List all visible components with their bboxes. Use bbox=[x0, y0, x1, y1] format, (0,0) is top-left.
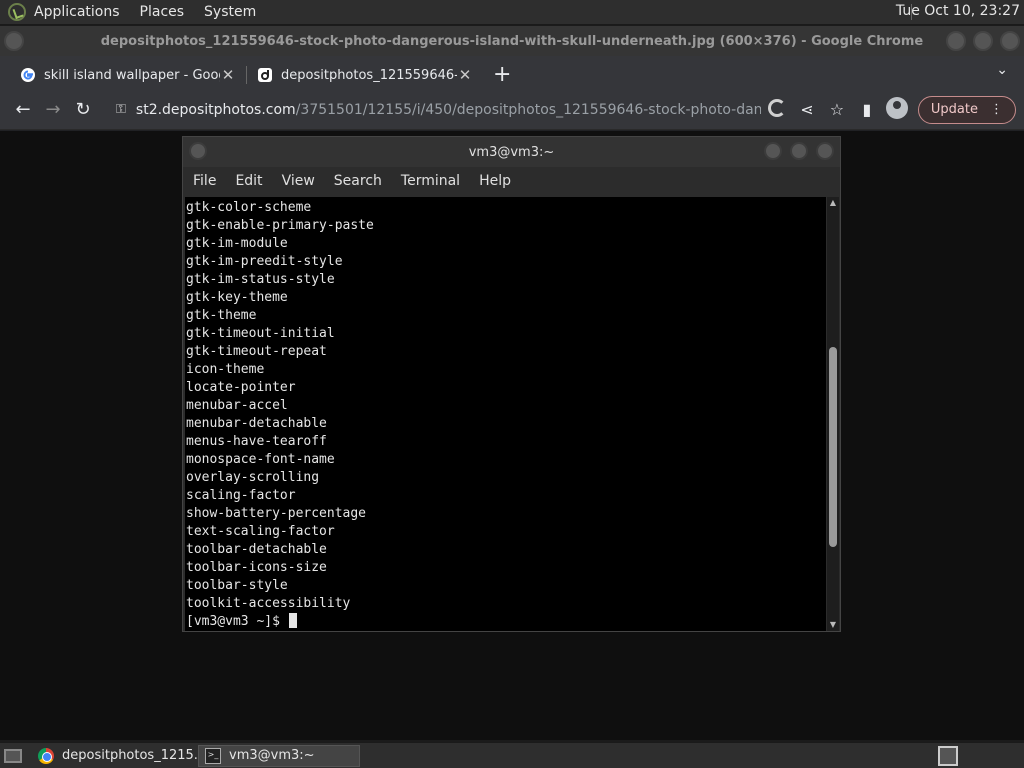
scroll-up-icon[interactable]: ▲ bbox=[827, 197, 839, 209]
forward-arrow-icon[interactable]: → bbox=[38, 99, 68, 120]
terminal-title: vm3@vm3:~ bbox=[468, 144, 555, 160]
chrome-menu-icon[interactable]: ⋮ bbox=[990, 102, 1003, 117]
terminal-line: locate-pointer bbox=[186, 380, 296, 395]
bottom-panel: depositphotos_1215... >_ vm3@vm3:~ bbox=[0, 742, 1024, 768]
tab-depositphotos[interactable]: depositphotos_121559646-sto ✕ bbox=[247, 60, 483, 90]
workspace-switcher-icon[interactable] bbox=[938, 746, 958, 766]
terminal-prompt: [vm3@vm3 ~]$ bbox=[186, 614, 288, 629]
terminal-icon: >_ bbox=[205, 747, 221, 764]
depositphotos-icon bbox=[258, 68, 272, 82]
terminal-line: icon-theme bbox=[186, 362, 265, 377]
chrome-icon bbox=[38, 747, 54, 764]
menu-search[interactable]: Search bbox=[334, 173, 382, 189]
chrome-window-title: depositphotos_121559646-stock-photo-dang… bbox=[100, 33, 924, 49]
tab-strip: skill island wallpaper - Google ✕ deposi… bbox=[0, 56, 1024, 90]
chrome-title-bar[interactable]: depositphotos_121559646-stock-photo-dang… bbox=[0, 26, 1024, 56]
update-button[interactable]: Update ⋮ bbox=[917, 95, 1016, 124]
back-arrow-icon[interactable]: ← bbox=[8, 99, 38, 120]
tab-close-icon[interactable]: ✕ bbox=[457, 66, 473, 84]
terminal-menubar: File Edit View Search Terminal Help bbox=[183, 167, 840, 195]
tab-title: depositphotos_121559646-sto bbox=[281, 67, 457, 83]
terminal-line: menus-have-tearoff bbox=[186, 434, 327, 449]
clock[interactable]: Tue Oct 10, 23:27 bbox=[896, 3, 1020, 19]
terminal-line: gtk-theme bbox=[186, 308, 257, 323]
menu-edit[interactable]: Edit bbox=[235, 173, 262, 189]
site-info-icon[interactable]: ⚿ bbox=[116, 102, 126, 117]
distro-logo-icon[interactable] bbox=[8, 3, 26, 21]
terminal-output[interactable]: gtk-color-scheme gtk-enable-primary-paste… bbox=[185, 197, 826, 631]
terminal-line: text-scaling-factor bbox=[186, 524, 335, 539]
terminal-line: toolkit-accessibility bbox=[186, 596, 351, 611]
terminal-line: toolbar-icons-size bbox=[186, 560, 327, 575]
menu-view[interactable]: View bbox=[282, 173, 315, 189]
google-lens-icon[interactable] bbox=[762, 98, 792, 121]
tab-title: skill island wallpaper - Google bbox=[44, 67, 220, 83]
window-menu-button[interactable] bbox=[4, 31, 24, 51]
terminal-line: show-battery-percentage bbox=[186, 506, 367, 521]
minimize-button[interactable] bbox=[764, 142, 782, 160]
terminal-line: gtk-im-preedit-style bbox=[186, 254, 343, 269]
tab-google-search[interactable]: skill island wallpaper - Google ✕ bbox=[10, 60, 246, 90]
side-panel-icon[interactable]: ▮ bbox=[852, 100, 882, 119]
top-panel: Applications Places System Tue Oct 10, 2… bbox=[0, 0, 1024, 25]
menu-help[interactable]: Help bbox=[479, 173, 511, 189]
window-menu-button[interactable] bbox=[189, 142, 207, 160]
terminal-line: gtk-enable-primary-paste bbox=[186, 218, 374, 233]
terminal-scrollbar[interactable]: ▲ ▼ bbox=[827, 197, 839, 631]
terminal-line: gtk-key-theme bbox=[186, 290, 288, 305]
terminal-window: vm3@vm3:~ File Edit View Search Terminal… bbox=[182, 136, 841, 632]
terminal-line: menubar-accel bbox=[186, 398, 288, 413]
terminal-line: menubar-detachable bbox=[186, 416, 327, 431]
menu-file[interactable]: File bbox=[193, 173, 216, 189]
taskbar-item-label: vm3@vm3:~ bbox=[229, 748, 315, 763]
menu-places[interactable]: Places bbox=[140, 4, 185, 20]
terminal-line: toolbar-detachable bbox=[186, 542, 327, 557]
reload-icon[interactable]: ↻ bbox=[68, 99, 98, 120]
terminal-cursor bbox=[288, 613, 297, 628]
scroll-down-icon[interactable]: ▼ bbox=[827, 619, 839, 631]
maximize-button[interactable] bbox=[790, 142, 808, 160]
menu-terminal[interactable]: Terminal bbox=[401, 173, 460, 189]
tab-close-icon[interactable]: ✕ bbox=[220, 66, 236, 84]
terminal-line: gtk-color-scheme bbox=[186, 200, 312, 215]
share-icon[interactable]: ⋖ bbox=[792, 100, 822, 119]
tab-search-chevron-icon[interactable]: ⌄ bbox=[996, 62, 1008, 78]
show-desktop-icon[interactable] bbox=[4, 748, 22, 763]
new-tab-button[interactable]: + bbox=[493, 62, 511, 87]
terminal-title-bar[interactable]: vm3@vm3:~ bbox=[183, 137, 840, 167]
taskbar-item-terminal[interactable]: >_ vm3@vm3:~ bbox=[198, 744, 360, 767]
bookmark-star-icon[interactable]: ☆ bbox=[822, 100, 852, 119]
terminal-line: overlay-scrolling bbox=[186, 470, 320, 485]
taskbar-item-label: depositphotos_1215... bbox=[62, 748, 207, 763]
url-path: /3751501/12155/i/450/depositphotos_12155… bbox=[295, 101, 761, 118]
terminal-line: toolbar-style bbox=[186, 578, 288, 593]
close-window-button[interactable] bbox=[1000, 31, 1020, 51]
menu-applications[interactable]: Applications bbox=[34, 4, 120, 20]
terminal-line: scaling-factor bbox=[186, 488, 296, 503]
google-icon bbox=[21, 68, 35, 82]
terminal-line: gtk-im-module bbox=[186, 236, 288, 251]
maximize-button[interactable] bbox=[973, 31, 993, 51]
scrollbar-thumb[interactable] bbox=[829, 347, 837, 548]
terminal-line: gtk-timeout-repeat bbox=[186, 344, 327, 359]
minimize-button[interactable] bbox=[946, 31, 966, 51]
address-bar[interactable]: ⚿ st2.depositphotos.com /3751501/12155/i… bbox=[106, 95, 762, 125]
url-host: st2.depositphotos.com bbox=[135, 101, 296, 118]
terminal-line: gtk-timeout-initial bbox=[186, 326, 335, 341]
chrome-toolbar: ← → ↻ ⚿ st2.depositphotos.com /3751501/1… bbox=[0, 90, 1024, 130]
profile-avatar-icon[interactable] bbox=[882, 96, 912, 123]
taskbar-item-chrome[interactable]: depositphotos_1215... bbox=[32, 745, 206, 767]
menu-system[interactable]: System bbox=[204, 4, 256, 20]
terminal-line: gtk-im-status-style bbox=[186, 272, 335, 287]
terminal-line: monospace-font-name bbox=[186, 452, 335, 467]
close-window-button[interactable] bbox=[816, 142, 834, 160]
update-label: Update bbox=[930, 102, 978, 117]
terminal-prompt-line: [vm3@vm3 ~]$ bbox=[186, 613, 826, 631]
